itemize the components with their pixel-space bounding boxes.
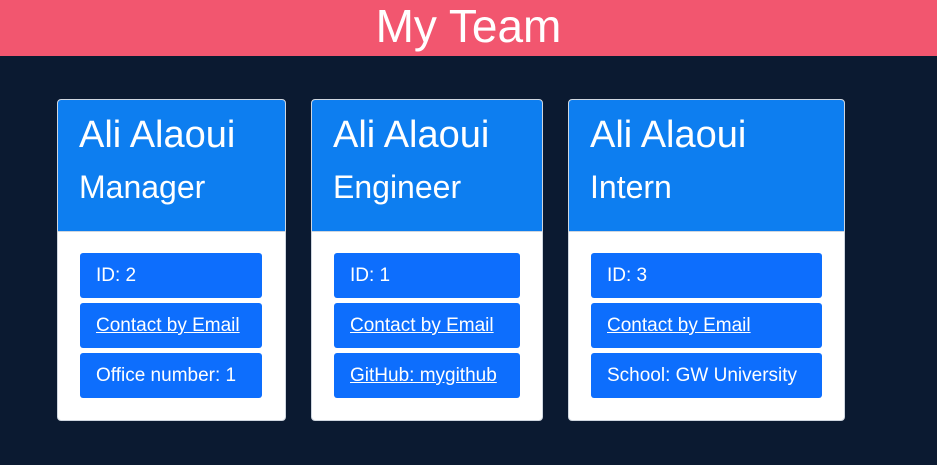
employee-role: Manager	[79, 169, 206, 205]
employee-name: Ali Alaoui	[333, 114, 490, 156]
manager-card: Ali Alaoui Manager ID: 2 Contact by Emai…	[57, 99, 286, 421]
employee-role: Intern	[590, 169, 672, 205]
id-item: ID: 2	[80, 253, 262, 298]
github-item: GitHub: mygithub	[334, 353, 520, 398]
email-link[interactable]: Contact by Email	[607, 315, 751, 336]
page-title: My Team	[375, 0, 562, 52]
engineer-card: Ali Alaoui Engineer ID: 1 Contact by Ema…	[311, 99, 543, 421]
email-link[interactable]: Contact by Email	[96, 315, 240, 336]
email-item: Contact by Email	[80, 303, 262, 348]
email-link[interactable]: Contact by Email	[350, 315, 494, 336]
school-item: School: GW University	[591, 353, 822, 398]
email-item: Contact by Email	[334, 303, 520, 348]
office-number-item: Office number: 1	[80, 353, 262, 398]
card-header: Ali Alaoui Engineer	[312, 100, 542, 232]
id-item: ID: 1	[334, 253, 520, 298]
email-item: Contact by Email	[591, 303, 822, 348]
employee-name: Ali Alaoui	[590, 114, 747, 156]
id-item: ID: 3	[591, 253, 822, 298]
card-header: Ali Alaoui Intern	[569, 100, 844, 232]
card-body: ID: 2 Contact by Email Office number: 1	[58, 232, 285, 398]
card-body: ID: 3 Contact by Email School: GW Univer…	[569, 232, 844, 398]
card-header: Ali Alaoui Manager	[58, 100, 285, 232]
github-link[interactable]: GitHub: mygithub	[350, 365, 497, 386]
card-body: ID: 1 Contact by Email GitHub: mygithub	[312, 232, 542, 398]
intern-card: Ali Alaoui Intern ID: 3 Contact by Email…	[568, 99, 845, 421]
page-header: My Team	[0, 0, 937, 56]
employee-role: Engineer	[333, 169, 462, 205]
employee-name: Ali Alaoui	[79, 114, 236, 156]
